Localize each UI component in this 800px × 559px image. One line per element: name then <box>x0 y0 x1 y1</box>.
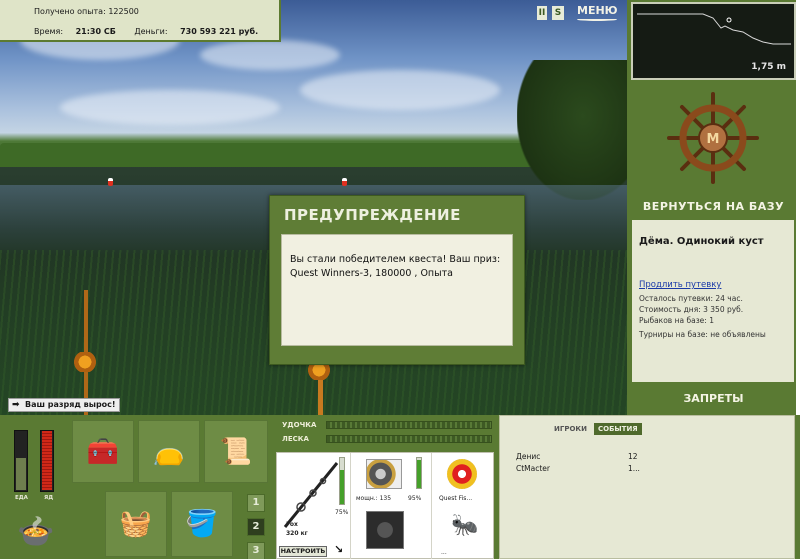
daily-cost: Стоимость дня: 3 350 руб. <box>639 305 744 314</box>
svg-text:M: M <box>707 132 720 147</box>
permit-remaining: Осталось путевки: 24 час. <box>639 294 743 303</box>
food-meter-fill <box>16 457 26 490</box>
bans-button[interactable]: ЗАПРЕТЫ <box>627 392 800 405</box>
cauldron-icon[interactable]: 🍲 <box>10 507 62 557</box>
rod-percent: 75% <box>335 509 349 516</box>
slot-bag[interactable]: 👝 <box>138 420 200 483</box>
menu-button[interactable]: МЕНЮ <box>577 4 618 21</box>
reel-percent: 95% <box>408 495 422 502</box>
event-row-name: Денис <box>516 452 541 461</box>
experience-label: Получено опыта: <box>34 7 106 16</box>
warning-dialog[interactable]: ПРЕДУПРЕЖДЕНИЕ Вы стали победителем квес… <box>269 195 525 365</box>
reel-icon <box>366 459 402 489</box>
poison-meter <box>40 430 54 492</box>
inventory-tab-3[interactable]: 3 <box>247 542 265 559</box>
food-meter <box>14 430 28 492</box>
tackle-box-icon: 🧰 <box>86 436 120 467</box>
line-cell[interactable]: Quest Fis... 🐜 ... <box>433 453 495 559</box>
experience-value: 122500 <box>108 7 139 16</box>
return-to-base-button[interactable]: ВЕРНУТЬСЯ НА БАЗУ <box>627 200 800 213</box>
s-button[interactable]: S <box>552 6 564 20</box>
right-panel: 1,75 m M ВЕРНУТЬСЯ НА БАЗУ Дёма. Одиноки… <box>627 0 800 415</box>
ship-wheel-icon[interactable]: M <box>667 92 759 184</box>
slot-tackle-box[interactable]: 🧰 <box>72 420 134 483</box>
bobber-right[interactable] <box>342 178 347 186</box>
inventory-tab-2[interactable]: 2 <box>247 518 265 536</box>
expand-arrow-icon[interactable]: ↘ <box>334 543 343 556</box>
pause-button[interactable]: II <box>537 6 547 20</box>
anglers-count: Рыбаков на базе: 1 <box>639 316 714 325</box>
bobber-left[interactable] <box>108 178 113 186</box>
toast-text: Ваш разряд вырос! <box>25 400 116 409</box>
rod-tension-gauge <box>326 421 492 429</box>
depth-chart: 1,75 m <box>631 2 796 80</box>
rank-up-toast[interactable]: ➡ Ваш разряд вырос! <box>8 398 120 412</box>
slot-notebook[interactable]: 📜 <box>204 420 268 483</box>
tune-button[interactable]: НАСТРОИТЬ <box>279 546 327 557</box>
dialog-title: ПРЕДУПРЕЖДЕНИЕ <box>284 206 461 224</box>
money-label: Деньги: <box>134 27 168 36</box>
events-panel: ИГРОКИ СОБЫТИЯ Денис 12 CtMacter 1... <box>499 415 795 559</box>
reel-cell[interactable]: мощн.: 135 95% <box>352 453 432 559</box>
rod-weight: 320 кг <box>286 530 308 537</box>
tournaments-status: Турниры на базе: не объявлены <box>639 330 766 339</box>
bait-icon[interactable]: 🐜 <box>451 513 478 538</box>
tab-players[interactable]: ИГРОКИ <box>550 423 591 435</box>
money-value: 730 593 221 руб. <box>180 27 259 36</box>
arrow-icon: ➡ <box>12 400 20 410</box>
vegetables-basket-icon: 🧺 <box>119 509 153 539</box>
bait-dots: ... <box>441 549 447 556</box>
extend-permit-link[interactable]: Продлить путевку <box>639 280 721 290</box>
event-row-value: 12 <box>628 452 638 461</box>
player-info-panel: Получено опыта: 122500 Время: 21:30 СБ Д… <box>0 0 281 42</box>
depth-value: 1,75 m <box>751 62 786 72</box>
slot-bucket[interactable]: 🪣 <box>171 491 233 557</box>
location-name: Дёма. Одинокий куст <box>639 236 764 247</box>
dialog-message: Вы стали победителем квеста! Ваш приз: Q… <box>281 234 513 346</box>
page-edge <box>796 0 800 415</box>
notebook-icon: 📜 <box>219 436 253 467</box>
float-icon[interactable] <box>366 511 404 549</box>
rod-gauge-label: УДОЧКА <box>282 421 317 429</box>
line-gauge-label: ЛЕСКА <box>282 435 309 443</box>
tab-events[interactable]: СОБЫТИЯ <box>594 423 642 435</box>
inventory-tab-1[interactable]: 1 <box>247 494 265 512</box>
reel-wear-bar <box>416 457 422 489</box>
tree <box>517 60 627 200</box>
event-row-value: 1... <box>628 464 640 473</box>
food-label: ЕДА <box>15 495 28 501</box>
slot-vegetables[interactable]: 🧺 <box>105 491 167 557</box>
event-row-name: CtMacter <box>516 464 551 473</box>
rod-name: Fox <box>286 521 298 528</box>
reel-power: мощн.: 135 <box>356 495 392 502</box>
menu-label: МЕНЮ <box>577 4 618 17</box>
line-name: Quest Fis... <box>439 495 473 502</box>
rod-wear-bar <box>339 457 345 505</box>
poison-label: ЯД <box>44 495 54 501</box>
wave-icon <box>577 18 617 21</box>
time-value: 21:30 СБ <box>75 27 116 36</box>
line-spool-icon <box>447 459 477 489</box>
line-tension-gauge <box>326 435 492 443</box>
poison-meter-fill <box>42 431 52 490</box>
bucket-icon: 🪣 <box>185 509 219 539</box>
tackle-panel: 75% Fox 320 кг мощн.: 135 95% Quest Fis.… <box>276 452 494 559</box>
bag-icon: 👝 <box>152 436 186 467</box>
location-panel: Дёма. Одинокий куст Продлить путевку Ост… <box>630 218 796 384</box>
time-label: Время: <box>34 27 64 36</box>
reel-left-icon[interactable] <box>70 352 100 372</box>
